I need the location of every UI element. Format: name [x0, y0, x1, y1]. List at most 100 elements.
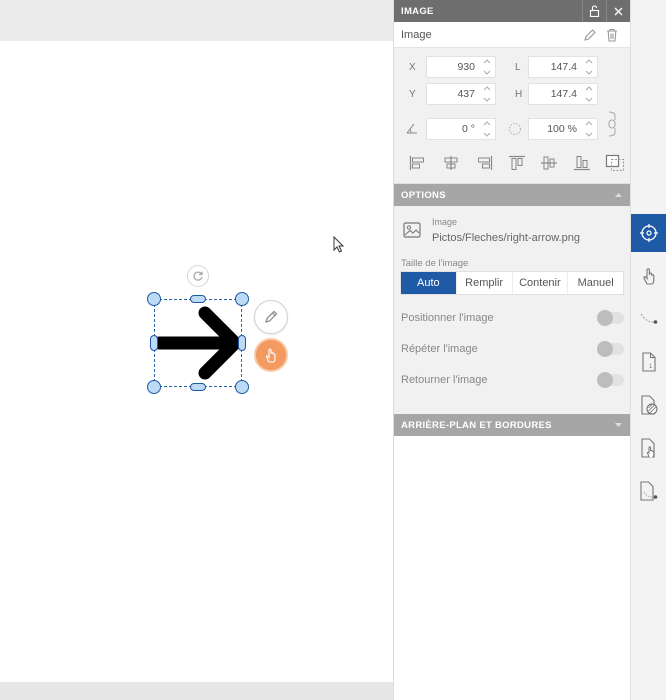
rotate-icon [193, 271, 203, 281]
properties-panel: IMAGE Image X 930 L 147.4 Y 437 H 147.4 … [393, 0, 630, 700]
path-icon [640, 313, 658, 324]
size-mode-auto[interactable]: Auto [401, 272, 457, 294]
rotate-handle[interactable] [187, 265, 209, 287]
chevron-down-icon [483, 132, 491, 137]
x-label: X [409, 62, 416, 73]
align-center-h-button[interactable] [435, 150, 468, 176]
close-icon [614, 7, 623, 15]
height-input[interactable]: 147.4 [528, 83, 598, 105]
options-section: Image Pictos/Fleches/right-arrow.png Tai… [394, 206, 630, 414]
y-label: Y [409, 89, 416, 100]
align-bottom-button[interactable] [566, 150, 599, 176]
background-section-title: ARRIÈRE-PLAN ET BORDURES [401, 419, 552, 431]
unlock-button[interactable] [582, 0, 606, 22]
size-mode-manual[interactable]: Manuel [568, 272, 623, 294]
toggle-row-position: Positionner l'image [394, 308, 631, 328]
opacity-input[interactable]: 100 % [528, 118, 598, 140]
height-stepper[interactable] [583, 86, 595, 102]
chevron-down-icon [585, 132, 593, 137]
element-name-row: Image [394, 22, 630, 48]
rename-button[interactable] [579, 28, 601, 42]
page-fill-icon [641, 395, 658, 415]
align-top-icon [508, 155, 525, 170]
touch-icon [265, 348, 276, 363]
x-value: 930 [457, 61, 475, 73]
resize-handle-top-right[interactable] [235, 292, 249, 306]
chevron-down-icon [483, 70, 491, 75]
x-stepper[interactable] [481, 59, 493, 75]
angle-value: 0 ° [462, 123, 475, 135]
options-section-header[interactable]: OPTIONS [394, 184, 630, 206]
edit-button[interactable] [254, 300, 288, 334]
height-label: H [515, 89, 523, 100]
pencil-icon [584, 28, 596, 41]
arrange-layers-icon [605, 154, 624, 171]
chevron-up-icon [483, 121, 491, 126]
unlock-icon [589, 5, 600, 17]
image-source-label: Image [432, 217, 458, 227]
mouse-cursor-icon [333, 236, 345, 253]
toolbar-interaction-button[interactable] [631, 257, 666, 295]
align-right-icon [477, 156, 492, 170]
flip-image-toggle[interactable] [597, 372, 624, 388]
y-value: 437 [457, 88, 475, 100]
resize-handle-bottom-right[interactable] [235, 380, 249, 394]
background-section-header[interactable]: ARRIÈRE-PLAN ET BORDURES [394, 414, 630, 436]
app-window: IMAGE Image X 930 L 147.4 Y 437 H 147.4 … [0, 0, 666, 700]
resize-handle-left[interactable] [150, 335, 158, 351]
image-size-selector: Auto Remplir Contenir Manuel [400, 271, 624, 295]
toolbar-page-interaction-button[interactable] [631, 429, 666, 467]
align-center-v-button[interactable] [533, 150, 566, 176]
resize-handle-bottom-left[interactable] [147, 380, 161, 394]
resize-handle-top-left[interactable] [147, 292, 161, 306]
right-arrow-image [155, 306, 241, 380]
align-top-button[interactable] [500, 150, 533, 176]
angle-stepper[interactable] [481, 121, 493, 137]
width-label: L [515, 62, 521, 73]
image-icon [403, 222, 421, 238]
repeat-image-toggle[interactable] [597, 341, 624, 357]
width-stepper[interactable] [583, 59, 595, 75]
panel-header: IMAGE [394, 0, 630, 22]
toggle-label-repeat: Répéter l'image [401, 343, 478, 355]
collapse-icon [615, 193, 622, 197]
chevron-up-icon [585, 86, 593, 91]
selected-image[interactable] [154, 299, 242, 387]
pencil-icon [265, 310, 278, 323]
size-mode-contain[interactable]: Contenir [513, 272, 569, 294]
resize-handle-top[interactable] [190, 295, 206, 303]
y-input[interactable]: 437 [426, 83, 496, 105]
svg-text:1: 1 [649, 364, 653, 370]
opacity-icon [508, 122, 522, 136]
opacity-stepper[interactable] [583, 121, 595, 137]
arrange-button[interactable] [598, 150, 631, 176]
canvas-top-bar [0, 0, 393, 41]
toolbar-path-button[interactable] [631, 300, 666, 338]
toolbar-page-path-button[interactable] [631, 472, 666, 510]
image-source-row[interactable]: Image Pictos/Fleches/right-arrow.png [394, 214, 631, 250]
align-center-horizontal-icon [444, 156, 458, 170]
crosshair-icon [640, 224, 658, 242]
resize-handle-right[interactable] [238, 335, 246, 351]
toolbar-properties-button[interactable] [631, 214, 666, 252]
resize-handle-bottom[interactable] [190, 383, 206, 391]
align-left-button[interactable] [402, 150, 435, 176]
y-stepper[interactable] [481, 86, 493, 102]
x-input[interactable]: 930 [426, 56, 496, 78]
position-image-toggle[interactable] [597, 310, 624, 326]
width-input[interactable]: 147.4 [528, 56, 598, 78]
interaction-button[interactable] [254, 338, 288, 372]
toolbar-page-fill-button[interactable] [631, 386, 666, 424]
toolbar-page-button[interactable]: 1 [631, 343, 666, 381]
toggle-label-position: Positionner l'image [401, 312, 494, 324]
close-button[interactable] [606, 0, 630, 22]
align-right-button[interactable] [467, 150, 500, 176]
image-source-path: Pictos/Fleches/right-arrow.png [432, 232, 580, 244]
toggle-label-flip: Retourner l'image [401, 374, 488, 386]
height-value: 147.4 [550, 88, 577, 100]
delete-button[interactable] [601, 28, 623, 42]
angle-input[interactable]: 0 ° [426, 118, 496, 140]
lock-ratio-icon[interactable] [607, 111, 617, 137]
size-mode-fill[interactable]: Remplir [457, 272, 513, 294]
image-size-label: Taille de l'image [401, 258, 469, 269]
